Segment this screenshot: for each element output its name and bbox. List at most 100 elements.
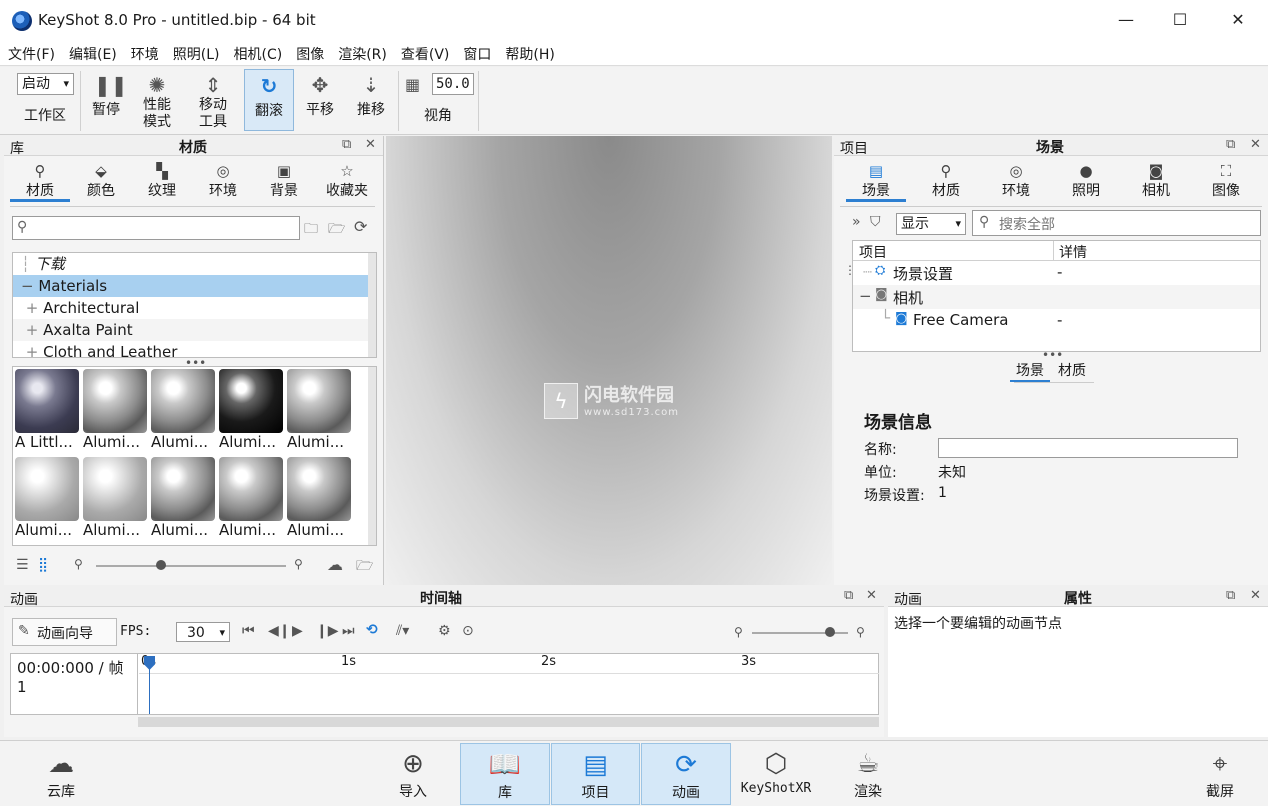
tab-image[interactable]: ⛶ 图像	[1196, 162, 1256, 200]
loop-icon[interactable]: ⟲	[366, 622, 378, 638]
grid-scrollbar[interactable]	[368, 367, 376, 545]
close-icon[interactable]: ✕	[1250, 137, 1261, 152]
minimize-button[interactable]: —	[1114, 8, 1138, 32]
tab-materials[interactable]: ⚲ 材质	[10, 162, 70, 202]
material-thumbnail[interactable]: Alumi...	[83, 457, 149, 543]
menu-image[interactable]: 图像	[288, 40, 330, 65]
scene-row[interactable]: − ◙ 相机	[853, 285, 1260, 309]
animation-wizard-button[interactable]: ✎ 动画向导	[12, 618, 117, 646]
import-folder-icon[interactable]: 🗁	[328, 218, 345, 242]
tab-favorites[interactable]: ☆ 收藏夹	[320, 162, 374, 200]
screenshot-button[interactable]: ⌖ 截屏	[1196, 743, 1244, 805]
slider-handle[interactable]	[825, 627, 835, 637]
tumble-button[interactable]: ↻ 翻滚	[244, 69, 294, 131]
close-icon[interactable]: ✕	[365, 137, 376, 152]
show-filter-select[interactable]: 显示	[896, 213, 966, 235]
filter-icon[interactable]: ⛉	[870, 214, 881, 230]
close-icon[interactable]: ✕	[866, 588, 877, 603]
material-thumbnail[interactable]: Alumi...	[15, 457, 81, 543]
play-icon[interactable]: ▶	[292, 623, 303, 639]
subtab-scene[interactable]: 场景	[1010, 360, 1050, 382]
close-button[interactable]: ✕	[1226, 8, 1250, 32]
library-toggle-button[interactable]: 📖 库	[460, 743, 550, 805]
pause-button[interactable]: ❚❚ 暂停	[84, 69, 128, 131]
menu-file[interactable]: 文件(F)	[0, 40, 61, 65]
menu-help[interactable]: 帮助(H)	[497, 40, 560, 65]
performance-mode-button[interactable]: ✺ 性能 模式	[134, 69, 180, 131]
scene-name-input[interactable]	[938, 438, 1238, 458]
tab-environments[interactable]: ◎ 环境	[193, 162, 253, 200]
material-thumbnail[interactable]: Alumi...	[151, 457, 217, 543]
timeline-scrollbar[interactable]	[138, 717, 879, 727]
subtab-material[interactable]: 材质	[1052, 360, 1092, 382]
float-icon[interactable]: ⧉	[1226, 588, 1235, 603]
slider-handle[interactable]	[156, 560, 166, 570]
tree-item-downloads[interactable]: ┆ 下载	[13, 253, 376, 275]
scene-search-input[interactable]: ⚲ 搜索全部	[972, 210, 1261, 236]
skip-to-end-icon[interactable]: ⏭	[342, 623, 355, 639]
float-icon[interactable]: ⧉	[1226, 137, 1235, 152]
grid-view-icon[interactable]: ⣿	[38, 557, 48, 573]
material-thumbnail[interactable]: Alumi...	[83, 369, 149, 455]
step-back-icon[interactable]: ◀❙	[268, 623, 291, 639]
menu-edit[interactable]: 编辑(E)	[61, 40, 123, 65]
import-button[interactable]: ⊕ 导入	[390, 743, 436, 805]
preview-icon[interactable]: ⊙	[462, 623, 474, 639]
tree-scrollbar[interactable]	[368, 253, 376, 357]
tab-colors[interactable]: ⬙ 颜色	[71, 162, 131, 200]
fps-select[interactable]: 30	[176, 622, 230, 643]
add-folder-icon[interactable]: 🗀	[304, 218, 318, 242]
material-thumbnail[interactable]: Alumi...	[219, 457, 285, 543]
render-viewport[interactable]: ϟ 闪电软件园 www.sd173.com	[386, 136, 832, 585]
refresh-icon[interactable]: ⟳	[354, 217, 367, 236]
library-search-input[interactable]: ⚲	[12, 216, 300, 240]
close-icon[interactable]: ✕	[1250, 588, 1261, 603]
move-tool-button[interactable]: ⇕ 移动 工具	[190, 69, 236, 131]
material-thumbnail[interactable]: A Littl...	[15, 369, 81, 455]
float-icon[interactable]: ⧉	[342, 137, 351, 152]
menu-window[interactable]: 窗口	[455, 40, 497, 65]
keyshotxr-button[interactable]: ⬡ KeyShotXR	[738, 743, 814, 805]
list-view-icon[interactable]: ☰	[16, 557, 29, 573]
tab-lighting[interactable]: ● 照明	[1056, 162, 1116, 200]
panel-grip[interactable]: ⋮	[844, 264, 856, 276]
tree-item-materials[interactable]: − Materials	[13, 275, 376, 297]
folder-icon[interactable]: 🗁	[356, 555, 373, 579]
render-button[interactable]: ☕ 渲染	[846, 743, 890, 805]
maximize-button[interactable]: ☐	[1168, 8, 1192, 32]
workspace-select[interactable]: 启动	[17, 73, 74, 95]
project-toggle-button[interactable]: ▤ 项目	[551, 743, 640, 805]
scene-row[interactable]: └ ◙ Free Camera -	[853, 309, 1260, 333]
fov-input[interactable]: 50.0	[432, 73, 474, 95]
material-thumbnail[interactable]: Alumi...	[287, 457, 353, 543]
tab-camera[interactable]: ◙ 相机	[1126, 162, 1186, 200]
skip-to-start-icon[interactable]: ⏮	[242, 623, 255, 639]
timeline-ruler[interactable]: 0s 1s 2s 3s	[139, 654, 879, 674]
expand-chevron-icon[interactable]: »	[852, 214, 861, 230]
tab-backplates[interactable]: ▣ 背景	[254, 162, 314, 200]
animation-toggle-button[interactable]: ⟳ 动画	[641, 743, 731, 805]
material-thumbnail[interactable]: Alumi...	[219, 369, 285, 455]
dolly-button[interactable]: ⇣ 推移	[350, 69, 392, 131]
tree-item-axalta-paint[interactable]: + Axalta Paint	[13, 319, 376, 341]
float-icon[interactable]: ⧉	[844, 588, 853, 603]
tab-environment[interactable]: ◎ 环境	[986, 162, 1046, 200]
menu-render[interactable]: 渲染(R)	[330, 40, 393, 65]
settings-gear-icon[interactable]: ⚙	[438, 623, 451, 639]
tab-scene[interactable]: ▤ 场景	[846, 162, 906, 202]
thumbnail-size-slider[interactable]	[96, 565, 286, 567]
material-thumbnail[interactable]: Alumi...	[151, 369, 217, 455]
tab-textures[interactable]: ▚ 纹理	[132, 162, 192, 200]
material-thumbnail[interactable]: Alumi...	[287, 369, 353, 455]
cloud-upload-icon[interactable]: ☁	[327, 555, 343, 574]
tree-item-architectural[interactable]: + Architectural	[13, 297, 376, 319]
cloud-library-button[interactable]: ☁ 云库	[36, 743, 86, 805]
step-forward-icon[interactable]: ❙▶	[316, 623, 339, 639]
motion-blur-icon[interactable]: ⫽▾	[396, 623, 409, 639]
collapse-icon[interactable]: −	[859, 287, 872, 305]
tab-material[interactable]: ⚲ 材质	[916, 162, 976, 200]
scene-row[interactable]: ┈ ⛭ 场景设置 -	[853, 261, 1260, 285]
menu-environment[interactable]: 环境	[123, 40, 165, 65]
menu-view[interactable]: 查看(V)	[393, 40, 456, 65]
pan-button[interactable]: ✥ 平移	[300, 69, 340, 131]
